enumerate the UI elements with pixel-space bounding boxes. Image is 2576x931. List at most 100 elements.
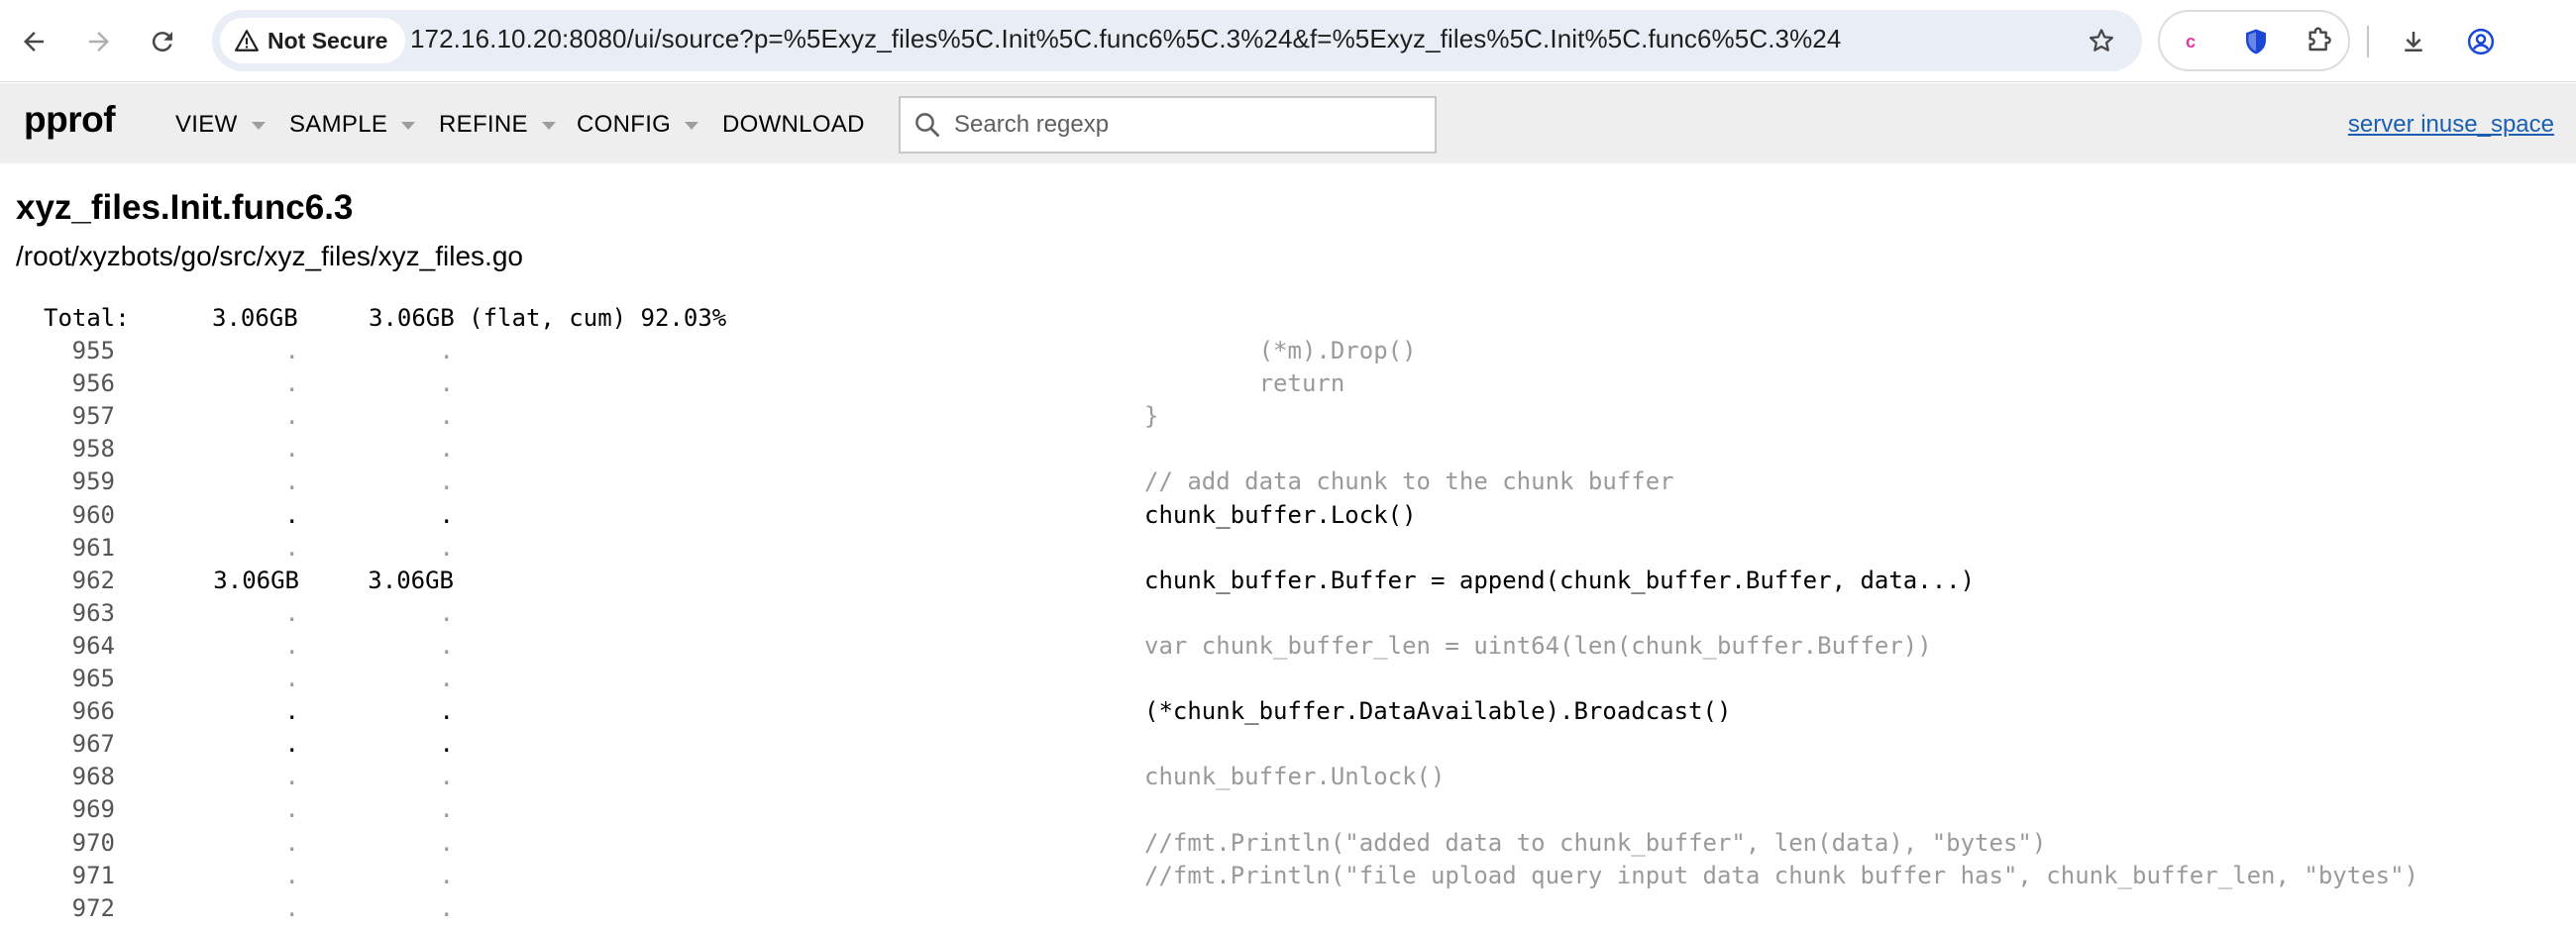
source-file-path: /root/xyzbots/go/src/xyz_files/xyz_files… — [16, 241, 523, 271]
flat-value: . — [284, 763, 299, 791]
security-label: Not Secure — [268, 27, 388, 53]
reload-button[interactable] — [135, 14, 190, 69]
line-number: 966 — [71, 697, 115, 726]
cum-value: . — [439, 730, 454, 759]
caret-down-icon — [251, 122, 266, 130]
source-line-row: 957..} — [0, 400, 2576, 433]
extensions-group: c — [2158, 10, 2350, 71]
line-number: 969 — [71, 795, 115, 824]
source-line-row: 965.. — [0, 663, 2576, 695]
source-line-row: 971.. //fmt.Println("file upload query in… — [0, 860, 2576, 892]
extension-c-icon: c — [2185, 31, 2196, 52]
source-code: chunk_buffer.Buffer = append(chunk_buffe… — [1144, 566, 1976, 594]
profile-icon — [2467, 28, 2495, 55]
source-line-row: 959.. // add data chunk to the chunk buff… — [0, 466, 2576, 498]
cum-value: . — [439, 861, 454, 889]
menu-refine-label: REFINE — [439, 111, 528, 138]
source-line-row: 967.. — [0, 728, 2576, 761]
menu-view[interactable]: VIEW — [175, 111, 266, 139]
source-listing: Total: 3.06GB 3.06GB (flat, cum) 92.03% … — [0, 302, 2576, 925]
download-icon — [2405, 32, 2422, 52]
flat-value: . — [284, 533, 299, 562]
flat-value: . — [284, 697, 299, 726]
menu-sample-label: SAMPLE — [289, 111, 388, 138]
cum-value: . — [439, 631, 454, 660]
pprof-logo[interactable]: pprof — [24, 99, 116, 141]
back-arrow-icon — [24, 32, 44, 52]
flat-value: . — [284, 795, 299, 824]
flat-value: . — [284, 828, 299, 857]
source-line-row: 962 3.06GB 3.06GB chunk_buffer.Buffer = app… — [0, 565, 2576, 597]
cum-value: . — [439, 893, 454, 922]
cum-value: . — [439, 467, 454, 496]
line-number: 964 — [71, 631, 115, 660]
source-code: var chunk_buffer_len = uint64(len(chunk_… — [1144, 631, 1932, 660]
cum-value: . — [439, 435, 454, 464]
source-line-row: 963.. — [0, 597, 2576, 630]
source-line-row: 956.. return — [0, 367, 2576, 400]
line-number: 963 — [71, 598, 115, 627]
source-line-row: 970.. //fmt.Println("added data to chunk_… — [0, 827, 2576, 860]
line-number: 971 — [71, 861, 115, 889]
back-button[interactable] — [6, 14, 61, 69]
shield-extension-button[interactable] — [2239, 25, 2273, 58]
search-input[interactable] — [954, 111, 1420, 139]
source-line-row: 968.. chunk_buffer.Unlock() — [0, 761, 2576, 793]
line-number: 955 — [71, 337, 115, 365]
downloads-button[interactable] — [2386, 14, 2441, 69]
menu-download[interactable]: DOWNLOAD — [722, 111, 865, 139]
menu-config[interactable]: CONFIG — [577, 111, 699, 139]
line-number: 967 — [71, 730, 115, 759]
download-label: DOWNLOAD — [722, 111, 865, 138]
flat-value: . — [284, 337, 299, 365]
source-line-row: 955.. (*m).Drop() — [0, 335, 2576, 367]
line-number: 972 — [71, 893, 115, 922]
source-code: //fmt.Println("file upload query input d… — [1144, 861, 2418, 889]
extensions-menu-button[interactable] — [2303, 25, 2336, 58]
line-number: 958 — [71, 435, 115, 464]
star-icon — [2090, 29, 2113, 52]
flat-value: . — [284, 730, 299, 759]
source-line-row: 969.. — [0, 793, 2576, 826]
server-inuse-space-link[interactable]: server inuse_space — [2348, 111, 2554, 139]
total-row: Total: 3.06GB 3.06GB (flat, cum) 92.03% — [0, 302, 2576, 335]
forward-button[interactable] — [71, 14, 127, 69]
security-chip[interactable]: Not Secure — [220, 18, 406, 63]
source-line-row: 966.. (*chunk_buffer.DataAvailable).Broad… — [0, 695, 2576, 728]
source-code: } — [1144, 402, 1159, 431]
cum-value: 3.06GB — [368, 566, 454, 594]
cum-value: . — [439, 697, 454, 726]
flat-value: . — [284, 500, 299, 529]
bookmark-button[interactable] — [2083, 22, 2120, 59]
line-number: 965 — [71, 665, 115, 693]
line-number: 961 — [71, 533, 115, 562]
cum-value: . — [439, 763, 454, 791]
line-number: 959 — [71, 467, 115, 496]
search-regexp-box[interactable] — [899, 96, 1437, 154]
cum-value: . — [439, 402, 454, 431]
flat-value: . — [284, 631, 299, 660]
address-bar[interactable]: Not Secure 172.16.10.20:8080/ui/source?p… — [212, 10, 2142, 71]
puzzle-icon — [2308, 27, 2331, 52]
profile-button[interactable] — [2453, 14, 2509, 69]
url-text[interactable]: 172.16.10.20:8080/ui/source?p=%5Exyz_fil… — [410, 24, 1841, 54]
cum-value: . — [439, 369, 454, 398]
cum-value: . — [439, 828, 454, 857]
source-lines: 955.. (*m).Drop() 956.. return 957..} 958..… — [0, 335, 2576, 925]
source-line-row: 958.. — [0, 433, 2576, 466]
source-code: chunk_buffer.Unlock() — [1144, 763, 1446, 791]
cum-value: . — [439, 337, 454, 365]
extension-c-button[interactable]: c — [2174, 25, 2207, 58]
source-line-row: 964.. var chunk_buffer_len = uint64(len(c… — [0, 630, 2576, 663]
line-number: 956 — [71, 369, 115, 398]
caret-down-icon — [541, 122, 556, 130]
forward-arrow-icon — [89, 32, 109, 52]
flat-value: . — [284, 369, 299, 398]
menu-refine[interactable]: REFINE — [439, 111, 556, 139]
cum-value: . — [439, 665, 454, 693]
total-flat: 3.06GB — [212, 304, 298, 332]
function-title: xyz_files.Init.func6.3 — [16, 188, 354, 227]
source-code: (*chunk_buffer.DataAvailable).Broadcast(… — [1144, 697, 1732, 726]
menu-sample[interactable]: SAMPLE — [289, 111, 416, 139]
total-cum-summary: 3.06GB (flat, cum) 92.03% — [369, 304, 727, 332]
